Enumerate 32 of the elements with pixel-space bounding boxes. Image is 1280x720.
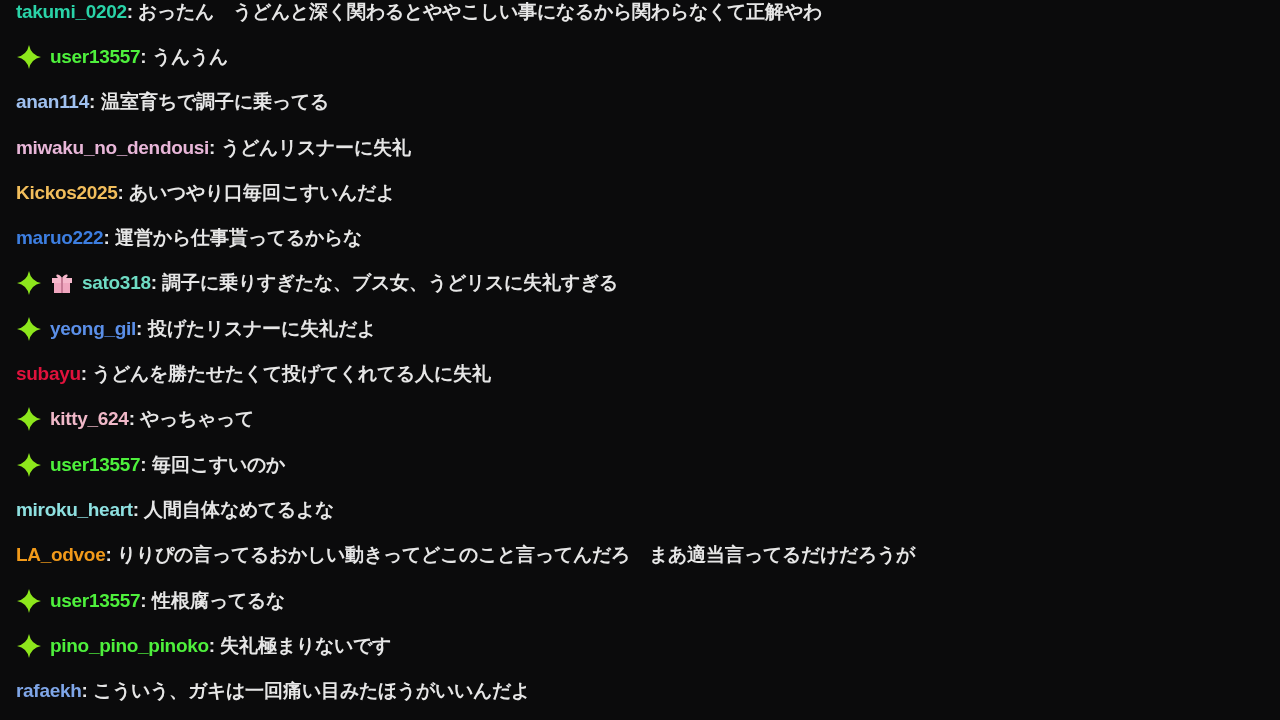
username[interactable]: kitty_624 xyxy=(50,408,129,431)
message-text: : 失礼極まりないです xyxy=(208,633,392,658)
username[interactable]: miroku_heart xyxy=(16,498,133,521)
username[interactable]: rafaekh xyxy=(16,680,82,703)
username[interactable]: user13557 xyxy=(50,45,141,68)
message-text: : 人間自体なめてるよな xyxy=(132,497,335,522)
username[interactable]: sato318 xyxy=(82,272,151,295)
username[interactable]: yeong_gil xyxy=(50,317,136,340)
message-text: : やっちゃって xyxy=(128,407,255,432)
username[interactable]: user13557 xyxy=(50,589,141,612)
message-text: : 調子に乗りすぎたな、ブス女、うどリスに失礼すぎる xyxy=(150,271,619,296)
username[interactable]: anan114 xyxy=(16,91,89,114)
username[interactable]: subayu xyxy=(16,363,81,385)
message-text: : こういう、ガキは一回痛い目みたほうがいいんだよ xyxy=(81,679,531,704)
message-text: : おったん うどんと深く関わるとややこしい事になるから関わらなくて正解やわ xyxy=(126,0,823,24)
message-text: : りりぴの言ってるおかしい動きってどこのこと言ってんだろ まあ適当言ってるだけだろうが xyxy=(105,543,916,568)
message-text: : うどんを勝たせたくて投げてくれてる人に失礼 xyxy=(80,362,492,386)
username[interactable]: LA_odvoe xyxy=(16,544,106,567)
message-text: : 性根腐ってるな xyxy=(140,588,285,613)
message-text: : 毎回こすいのか xyxy=(140,452,285,477)
username[interactable]: miwaku_no_dendousi xyxy=(16,136,210,159)
username[interactable]: takumi_0202 xyxy=(16,0,127,23)
username[interactable]: pino_pino_pinoko xyxy=(50,634,209,657)
message-text: : うどんリスナーに失礼 xyxy=(209,135,411,160)
username[interactable]: maruo222 xyxy=(16,227,104,250)
username[interactable]: Kickos2025 xyxy=(16,181,118,204)
message-text: : うんうん xyxy=(140,44,228,69)
username[interactable]: user13557 xyxy=(50,453,141,476)
message-text: : 投げたリスナーに失礼だよ xyxy=(136,316,376,341)
message-text: : 運営から仕事貰ってるからな xyxy=(103,226,362,251)
message-text: : 温室育ちで調子に乗ってる xyxy=(88,90,329,115)
message-text: : あいつやり口毎回こすいんだよ xyxy=(117,180,396,205)
